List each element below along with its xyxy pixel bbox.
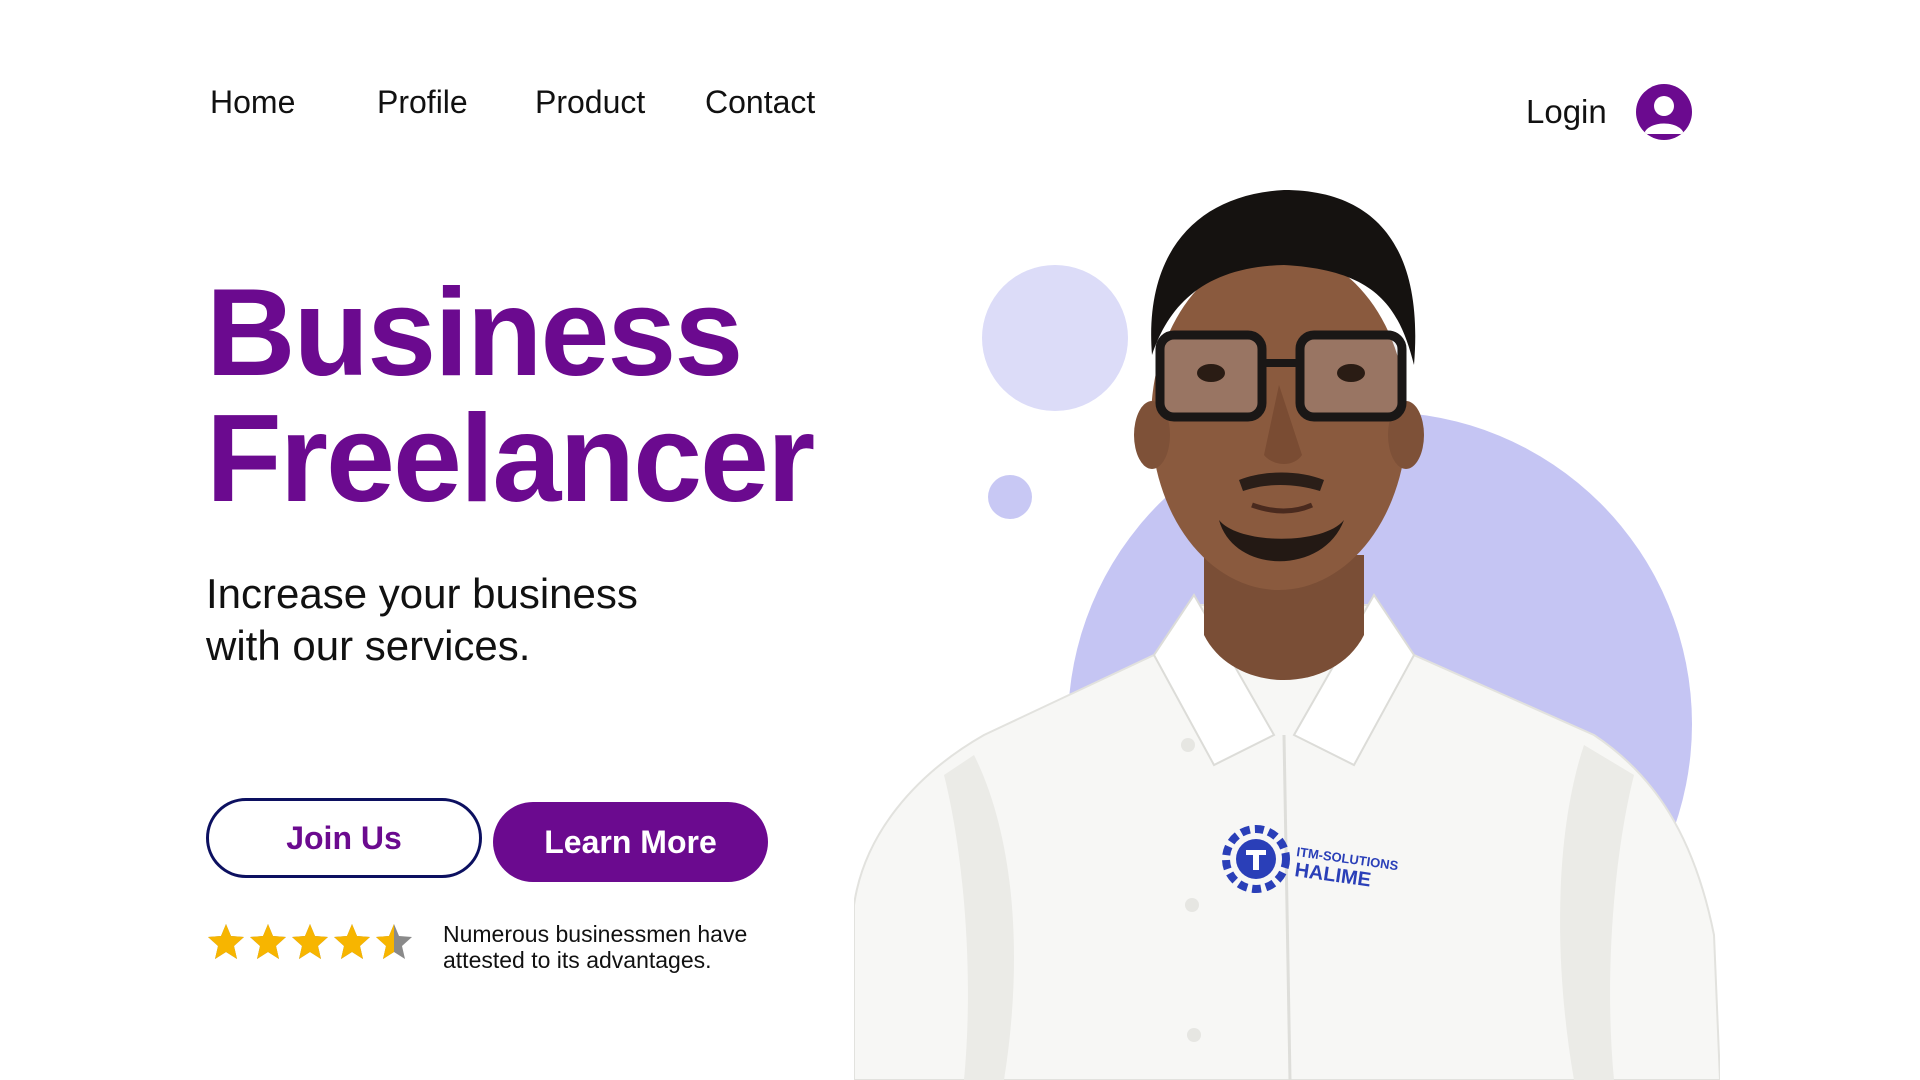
hero-subtitle: Increase your business with our services… <box>206 568 726 672</box>
portrait-photo <box>854 135 1720 1080</box>
rating-text-line2: attested to its advantages. <box>443 947 712 973</box>
star-icon <box>250 924 286 959</box>
landing-page: Home Profile Product Contact Login Busin… <box>0 0 1920 1080</box>
star-icon <box>292 924 328 959</box>
hero-title-line1: Business <box>206 264 743 402</box>
star-icon <box>334 924 370 959</box>
hero-subtitle-line1: Increase your business <box>206 570 638 617</box>
rating-stars <box>206 922 414 962</box>
rating-text: Numerous businessmen have attested to it… <box>443 921 773 973</box>
learn-more-button[interactable]: Learn More <box>493 802 768 882</box>
hero-title-line2: Freelancer <box>206 390 815 528</box>
join-us-button[interactable]: Join Us <box>206 798 482 878</box>
nav-product-link[interactable]: Product <box>535 84 645 121</box>
nav-home-link[interactable]: Home <box>210 84 295 121</box>
user-avatar-icon[interactable] <box>1636 84 1692 140</box>
nav-profile-link[interactable]: Profile <box>377 84 468 121</box>
hero-title: Business Freelancer <box>206 264 815 528</box>
nav-contact-link[interactable]: Contact <box>705 84 815 121</box>
star-icon <box>376 924 412 959</box>
rating-text-line1: Numerous businessmen have <box>443 921 748 947</box>
login-link[interactable]: Login <box>1526 93 1607 131</box>
hero-subtitle-line2: with our services. <box>206 622 531 669</box>
shirt-logo-icon: ITM-SOLUTIONS HALIME <box>1218 818 1400 900</box>
star-icon <box>208 924 244 959</box>
